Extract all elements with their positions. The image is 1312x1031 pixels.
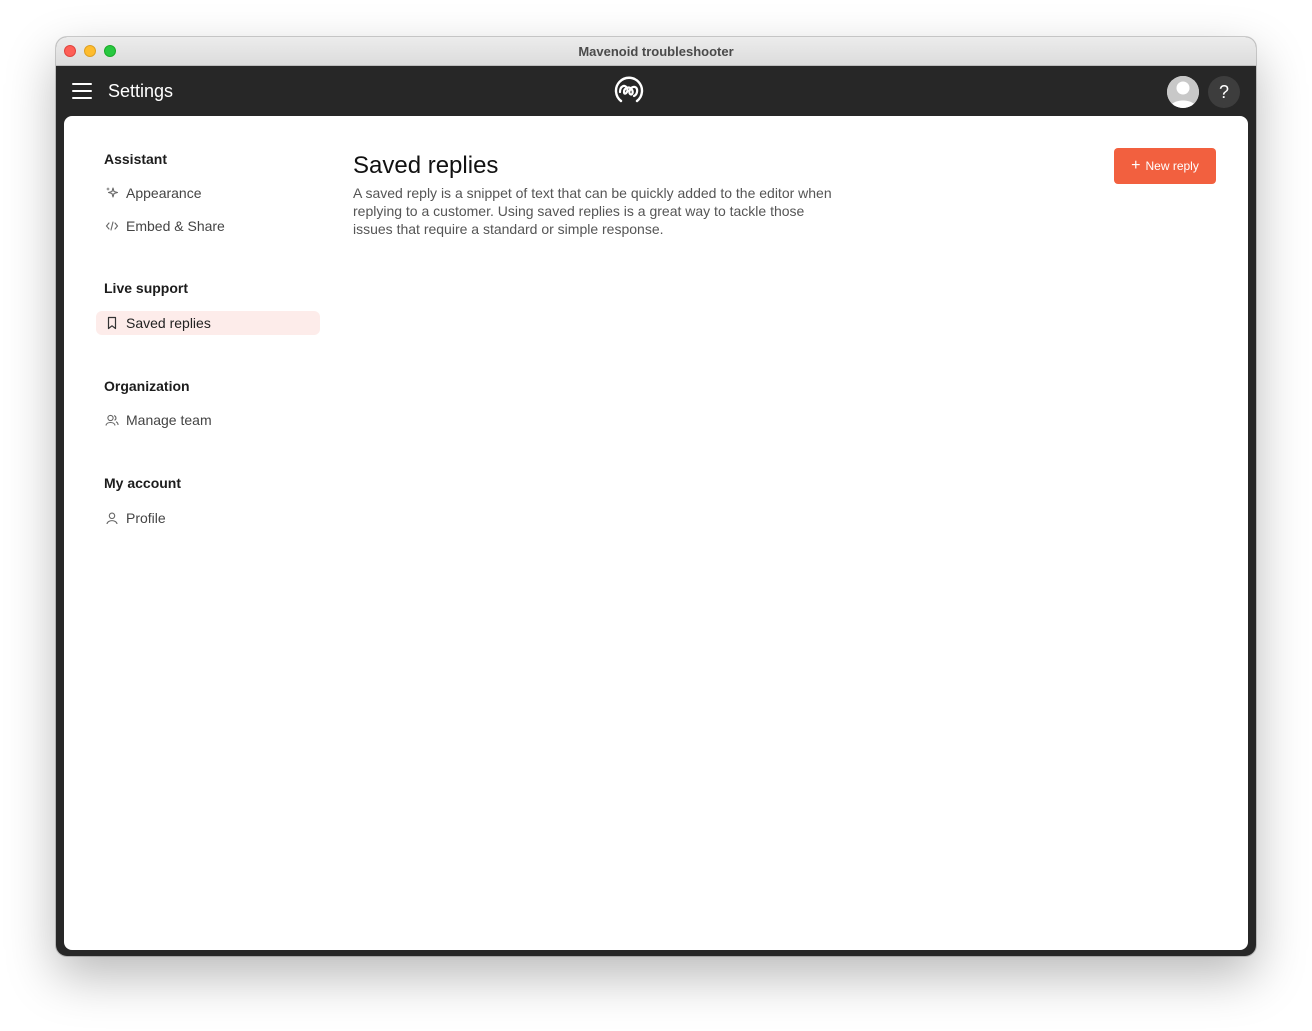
settings-content: Assistant Appearance Embed & Share Live …	[64, 116, 1248, 950]
window-titlebar[interactable]: Mavenoid troubleshooter	[56, 37, 1256, 66]
sidebar-item-label: Profile	[126, 510, 166, 526]
sidebar-item-label: Saved replies	[126, 315, 211, 331]
app-window: Mavenoid troubleshooter Settings ? Assis…	[56, 37, 1256, 956]
hamburger-menu-icon[interactable]	[72, 83, 92, 99]
sidebar-item-appearance[interactable]: Appearance	[96, 181, 320, 205]
plus-icon: +	[1131, 157, 1141, 174]
sidebar-item-manage-team[interactable]: Manage team	[96, 408, 320, 432]
sidebar-item-label: Manage team	[126, 412, 212, 428]
page-description: A saved reply is a snippet of text that …	[353, 185, 832, 237]
sidebar-heading-organization: Organization	[104, 378, 190, 394]
app-header: Settings ?	[56, 66, 1256, 116]
sidebar-heading-assistant: Assistant	[104, 151, 168, 167]
sidebar-item-label: Embed & Share	[126, 218, 225, 234]
user-avatar-button[interactable]	[1167, 76, 1199, 108]
team-icon	[105, 413, 119, 427]
new-reply-button[interactable]: + New reply	[1114, 148, 1216, 184]
page-title: Saved replies	[353, 152, 499, 179]
code-icon	[105, 219, 119, 233]
help-button[interactable]: ?	[1208, 76, 1240, 108]
sparkle-icon	[105, 186, 119, 200]
user-icon	[105, 511, 119, 525]
page-header-title: Settings	[108, 81, 174, 101]
sidebar-item-saved-replies[interactable]: Saved replies	[96, 311, 320, 335]
sidebar-heading-my-account: My account	[104, 475, 182, 491]
sidebar-item-embed-share[interactable]: Embed & Share	[96, 214, 320, 238]
mavenoid-logo-icon	[614, 76, 644, 103]
sidebar-heading-live-support: Live support	[104, 280, 189, 296]
avatar-icon	[1167, 76, 1199, 108]
window-title: Mavenoid troubleshooter	[578, 44, 734, 59]
sidebar-item-label: Appearance	[126, 185, 202, 201]
sidebar-item-profile[interactable]: Profile	[96, 506, 320, 530]
new-reply-label: New reply	[1145, 159, 1199, 173]
bookmark-icon	[105, 316, 119, 330]
